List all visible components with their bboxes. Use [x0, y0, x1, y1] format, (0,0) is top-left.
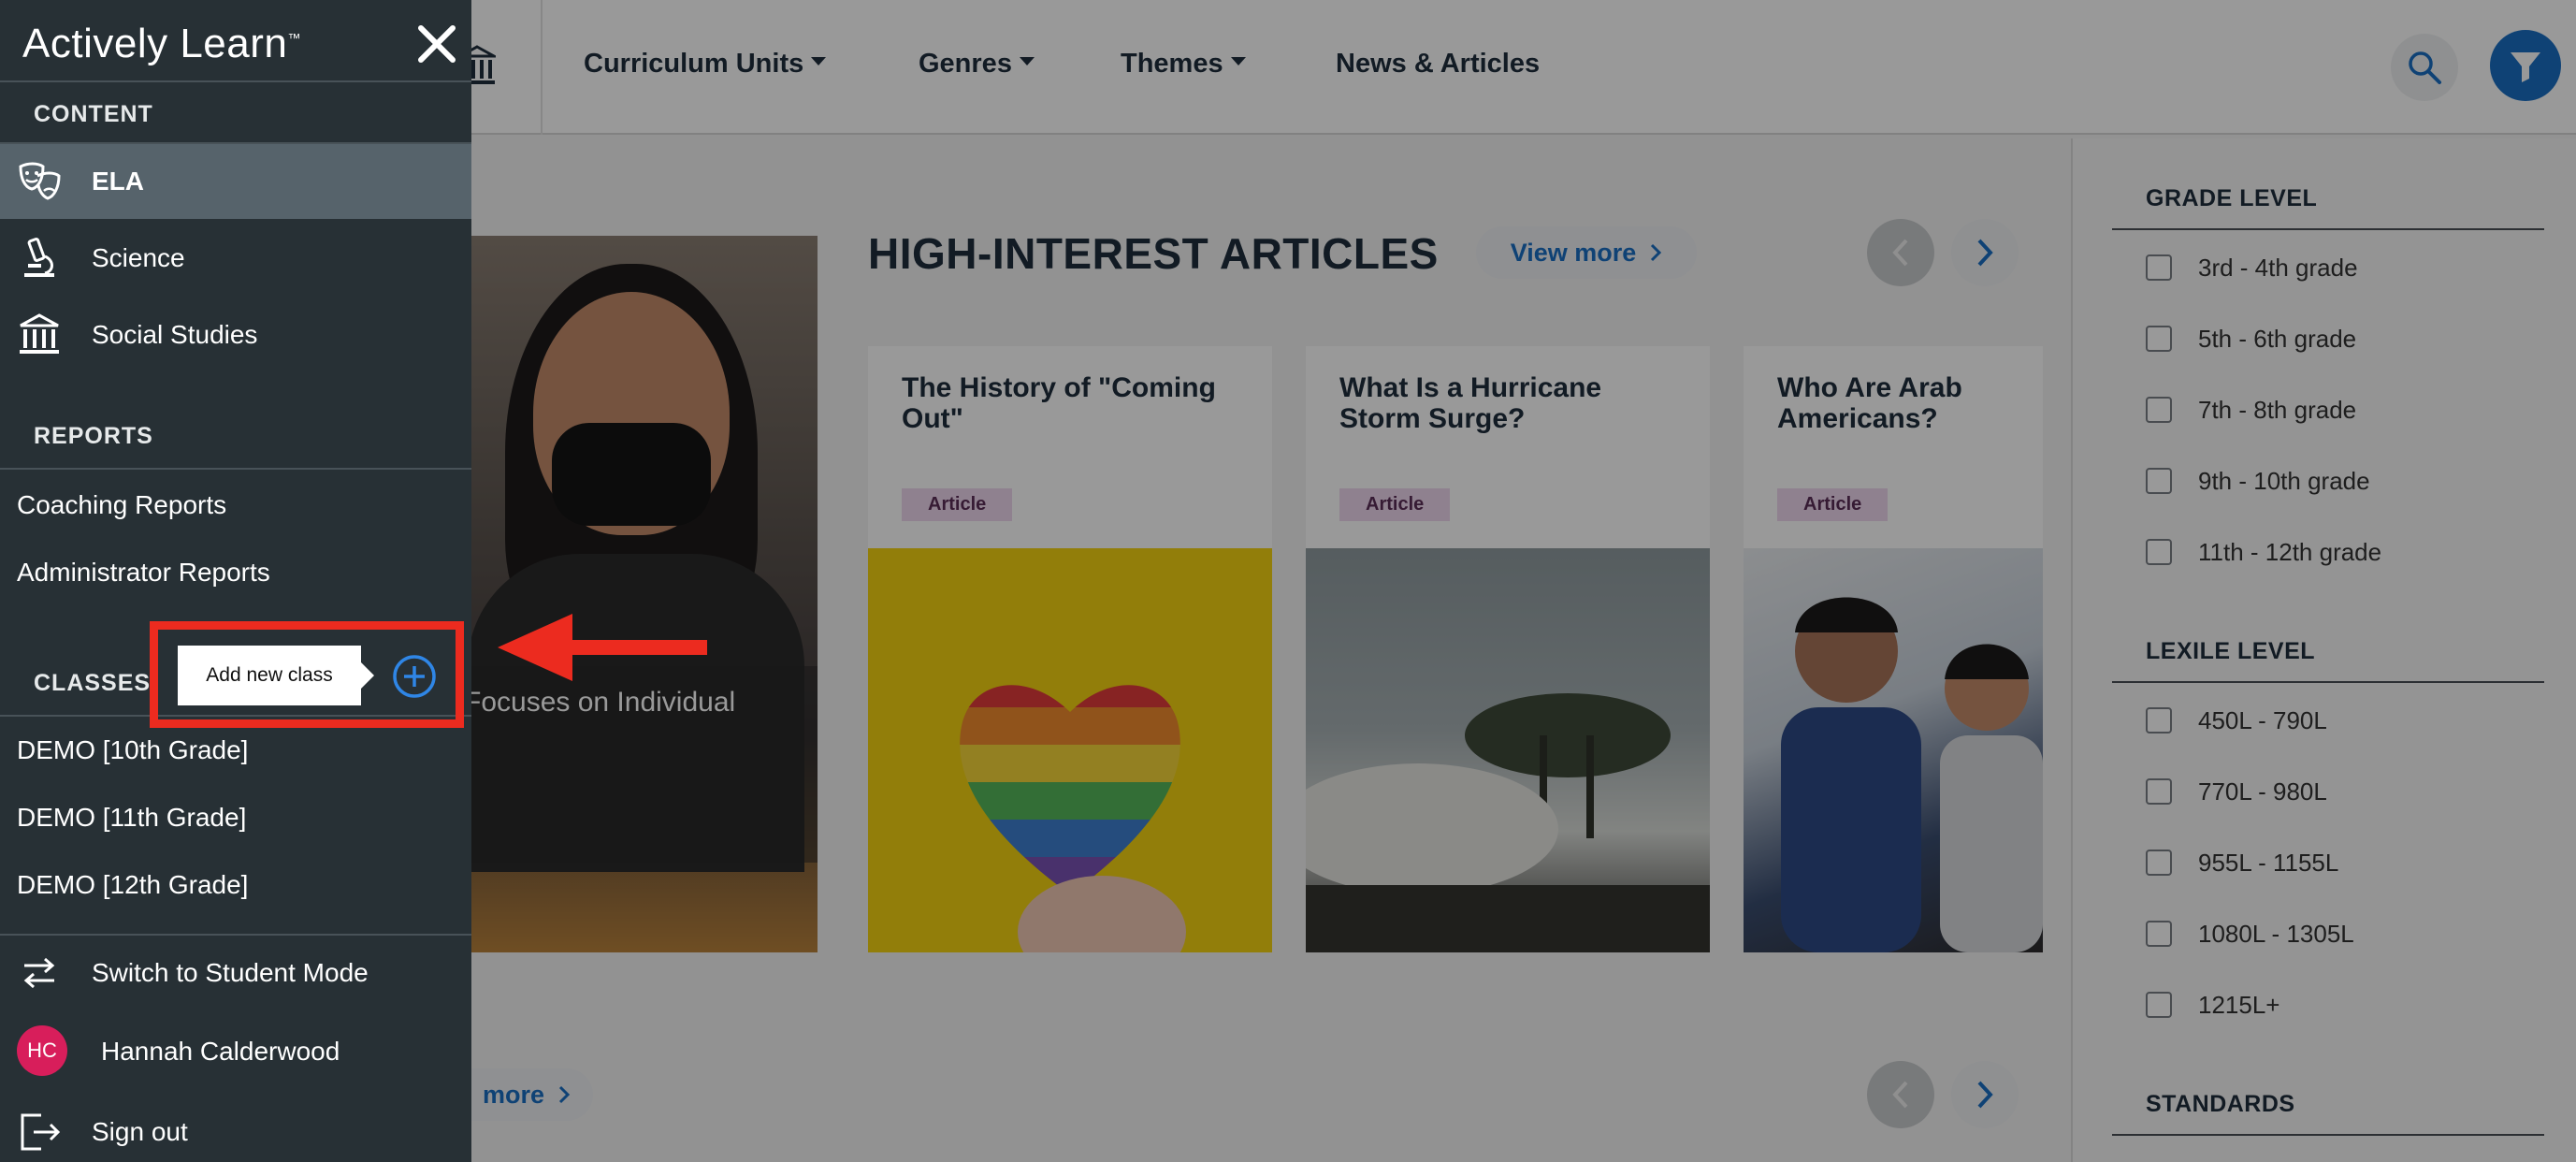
sidebar-item-social-studies[interactable]: Social Studies [0, 298, 471, 372]
switch-mode-label: Switch to Student Mode [92, 958, 369, 987]
museum-icon [20, 313, 59, 354]
sidebar-divider [0, 468, 471, 470]
pointer-arrow-icon [498, 614, 707, 681]
sign-out-label: Sign out [92, 1117, 188, 1146]
reports-section-label: REPORTS [34, 423, 153, 449]
brand-logo: Actively Learn™ [22, 21, 301, 67]
sign-out-button[interactable]: Sign out [0, 1095, 471, 1162]
sidebar-item-coaching-reports[interactable]: Coaching Reports [17, 490, 226, 520]
microscope-icon [24, 238, 54, 277]
sign-out-icon [21, 1113, 61, 1151]
tooltip: Add new class [178, 646, 374, 705]
sidebar-item-class[interactable]: DEMO [10th Grade] [17, 735, 248, 765]
theater-masks-icon [19, 162, 61, 200]
classes-section-label: CLASSES [34, 670, 152, 696]
sidebar-item-label: Science [92, 243, 185, 272]
sidebar-item-class[interactable]: DEMO [11th Grade] [17, 803, 246, 833]
sidebar-item-administrator-reports[interactable]: Administrator Reports [17, 558, 270, 588]
switch-student-mode-button[interactable]: Switch to Student Mode [0, 936, 471, 1010]
tooltip-text: Add new class [206, 664, 333, 686]
user-name[interactable]: Hannah Calderwood [101, 1037, 340, 1067]
sidebar-item-label: ELA [92, 167, 144, 196]
close-icon[interactable] [413, 21, 460, 67]
brand-name: Actively Learn [22, 21, 288, 66]
sidebar-drawer: Actively Learn™ CONTENT ELA Science Soci… [0, 0, 471, 1162]
avatar[interactable]: HC [17, 1025, 67, 1076]
swap-arrows-icon [23, 957, 55, 989]
sidebar-item-label: Social Studies [92, 320, 258, 349]
sidebar-item-class[interactable]: DEMO [12th Grade] [17, 870, 248, 900]
sidebar-item-ela[interactable]: ELA [0, 144, 471, 219]
add-class-plus-icon[interactable] [391, 653, 438, 700]
content-section-label: CONTENT [34, 101, 153, 127]
sidebar-item-science[interactable]: Science [0, 221, 471, 296]
sidebar-divider [0, 80, 471, 82]
trademark-mark: ™ [287, 30, 301, 46]
